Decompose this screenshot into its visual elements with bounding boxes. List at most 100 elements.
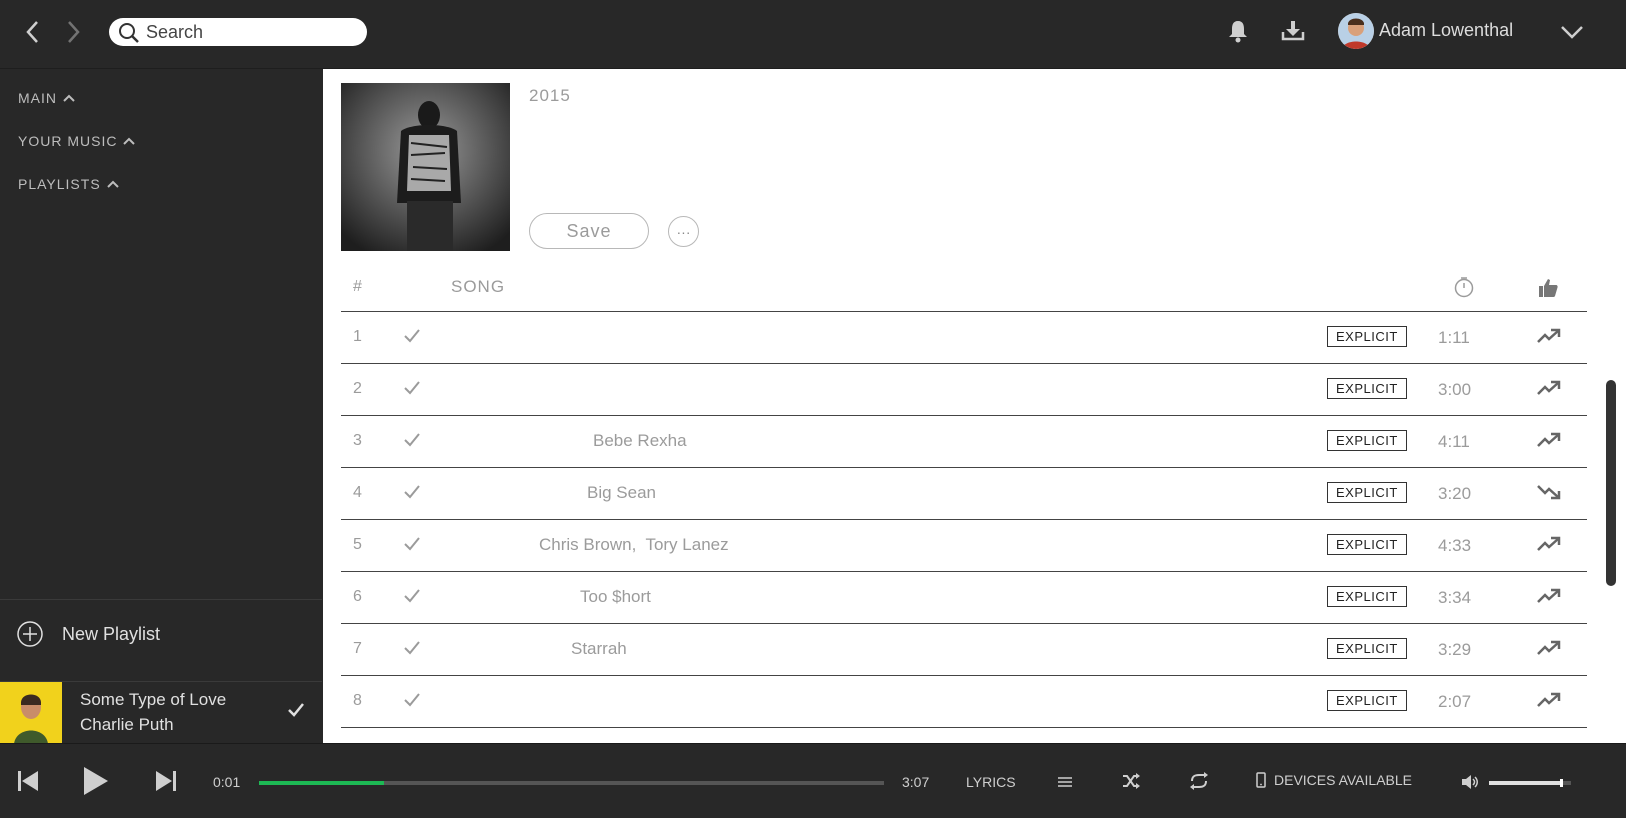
explicit-badge: EXPLICIT <box>1327 378 1407 399</box>
download-icon[interactable] <box>1280 18 1306 49</box>
trending-up-icon[interactable] <box>1537 328 1561 349</box>
back-arrow-icon[interactable] <box>20 18 46 46</box>
track-artist[interactable]: Starrah <box>571 639 627 659</box>
user-name[interactable]: Adam Lowenthal <box>1379 20 1513 41</box>
repeat-icon[interactable] <box>1189 772 1209 795</box>
main-content: 2015 Save ··· # SONG 1 EXPLICIT 1:11 2 E… <box>323 69 1616 743</box>
check-icon[interactable] <box>404 329 420 348</box>
trending-up-icon[interactable] <box>1537 380 1561 401</box>
table-row[interactable]: 1 EXPLICIT 1:11 <box>341 312 1587 364</box>
track-duration: 3:34 <box>1438 588 1472 607</box>
track-table-header: # SONG <box>341 265 1587 312</box>
track-duration: 3:00 <box>1438 380 1472 399</box>
sidebar: MAIN YOUR MUSIC PLAYLISTS New Playlist S… <box>0 69 322 744</box>
volume-icon[interactable] <box>1461 774 1479 795</box>
table-row[interactable]: 5 Chris Brown, Tory Lanez EXPLICIT 4:33 <box>341 520 1587 572</box>
now-playing-album-art[interactable] <box>0 682 62 744</box>
track-number: 5 <box>353 536 362 553</box>
track-number: 2 <box>353 380 362 397</box>
sidebar-section-your-music[interactable]: YOUR MUSIC <box>18 133 136 149</box>
check-icon[interactable] <box>404 537 420 556</box>
clock-icon[interactable] <box>1453 276 1475 303</box>
lyrics-button[interactable]: LYRICS <box>966 774 1016 790</box>
table-row[interactable]: 2 EXPLICIT 3:00 <box>341 364 1587 416</box>
scrollbar-thumb[interactable] <box>1606 380 1616 586</box>
track-duration: 2:07 <box>1438 692 1472 711</box>
progress-bar[interactable] <box>259 781 884 785</box>
track-artist[interactable]: Big Sean <box>587 483 656 503</box>
check-icon[interactable] <box>404 693 420 712</box>
chevron-up-icon <box>63 94 75 102</box>
chevron-down-icon[interactable] <box>1560 20 1584 49</box>
table-row[interactable]: 7 Starrah EXPLICIT 3:29 <box>341 624 1587 676</box>
thumbs-up-icon[interactable] <box>1537 277 1559 304</box>
now-playing: Some Type of Love Charlie Puth <box>0 681 322 744</box>
track-number: 1 <box>353 328 362 345</box>
top-bar: Adam Lowenthal <box>0 0 1626 69</box>
chevron-up-icon <box>123 137 136 145</box>
volume-slider[interactable] <box>1489 779 1571 787</box>
check-icon[interactable] <box>404 433 420 452</box>
new-playlist-button[interactable]: New Playlist <box>0 599 322 668</box>
play-icon[interactable] <box>82 765 110 802</box>
table-row[interactable]: 4 Big Sean EXPLICIT 3:20 <box>341 468 1587 520</box>
volume-knob[interactable] <box>1560 779 1564 787</box>
search-box[interactable] <box>109 18 367 46</box>
skip-previous-icon[interactable] <box>17 769 39 798</box>
plus-circle-icon <box>17 621 43 647</box>
explicit-badge: EXPLICIT <box>1327 534 1407 555</box>
shuffle-icon[interactable] <box>1122 773 1140 794</box>
now-playing-artist[interactable]: Charlie Puth <box>80 715 174 735</box>
table-row[interactable]: 3 Bebe Rexha EXPLICIT 4:11 <box>341 416 1587 468</box>
sidebar-section-playlists[interactable]: PLAYLISTS <box>18 176 119 192</box>
check-icon[interactable] <box>404 381 420 400</box>
forward-arrow-icon[interactable] <box>60 18 86 46</box>
track-artist[interactable]: Bebe Rexha <box>593 431 687 451</box>
album-year: 2015 <box>529 86 571 105</box>
track-duration: 1:11 <box>1438 328 1470 347</box>
sidebar-section-label: YOUR MUSIC <box>18 133 118 149</box>
save-button[interactable]: Save <box>529 213 649 249</box>
track-duration: 3:20 <box>1438 484 1472 503</box>
queue-icon[interactable] <box>1058 775 1072 793</box>
sidebar-section-label: MAIN <box>18 90 57 106</box>
saved-check-icon[interactable] <box>287 702 305 723</box>
trending-up-icon[interactable] <box>1537 536 1561 557</box>
devices-available-label: DEVICES AVAILABLE <box>1274 772 1412 788</box>
avatar[interactable] <box>1338 13 1374 49</box>
volume-fill <box>1489 781 1562 785</box>
bell-icon[interactable] <box>1227 18 1249 49</box>
check-icon[interactable] <box>404 589 420 608</box>
progress-fill <box>259 781 384 785</box>
now-playing-title[interactable]: Some Type of Love <box>80 690 226 710</box>
track-number: 4 <box>353 484 362 501</box>
check-icon[interactable] <box>404 485 420 504</box>
explicit-badge: EXPLICIT <box>1327 586 1407 607</box>
track-number: 6 <box>353 588 362 605</box>
track-artist[interactable]: Too $hort <box>580 587 651 607</box>
search-input[interactable] <box>146 21 356 43</box>
explicit-badge: EXPLICIT <box>1327 690 1407 711</box>
current-time: 0:01 <box>213 774 241 790</box>
devices-available-button[interactable]: DEVICES AVAILABLE <box>1256 772 1412 788</box>
trending-up-icon[interactable] <box>1537 432 1561 453</box>
trending-down-icon[interactable] <box>1537 484 1561 505</box>
track-number: 8 <box>353 692 362 709</box>
sidebar-section-main[interactable]: MAIN <box>18 90 75 106</box>
column-song-header[interactable]: SONG <box>451 277 505 297</box>
check-icon[interactable] <box>404 641 420 660</box>
table-row[interactable]: 6 Too $hort EXPLICIT 3:34 <box>341 572 1587 624</box>
track-duration: 4:33 <box>1438 536 1472 555</box>
more-options-button[interactable]: ··· <box>668 216 699 247</box>
skip-next-icon[interactable] <box>155 769 177 798</box>
track-artist[interactable]: Chris Brown, Tory Lanez <box>539 535 729 555</box>
explicit-badge: EXPLICIT <box>1327 430 1407 451</box>
trending-up-icon[interactable] <box>1537 692 1561 713</box>
sidebar-section-label: PLAYLISTS <box>18 176 101 192</box>
trending-up-icon[interactable] <box>1537 588 1561 609</box>
track-number: 7 <box>353 640 362 657</box>
explicit-badge: EXPLICIT <box>1327 638 1407 659</box>
track-number: 3 <box>353 432 362 449</box>
trending-up-icon[interactable] <box>1537 640 1561 661</box>
table-row[interactable]: 8 EXPLICIT 2:07 <box>341 676 1587 728</box>
